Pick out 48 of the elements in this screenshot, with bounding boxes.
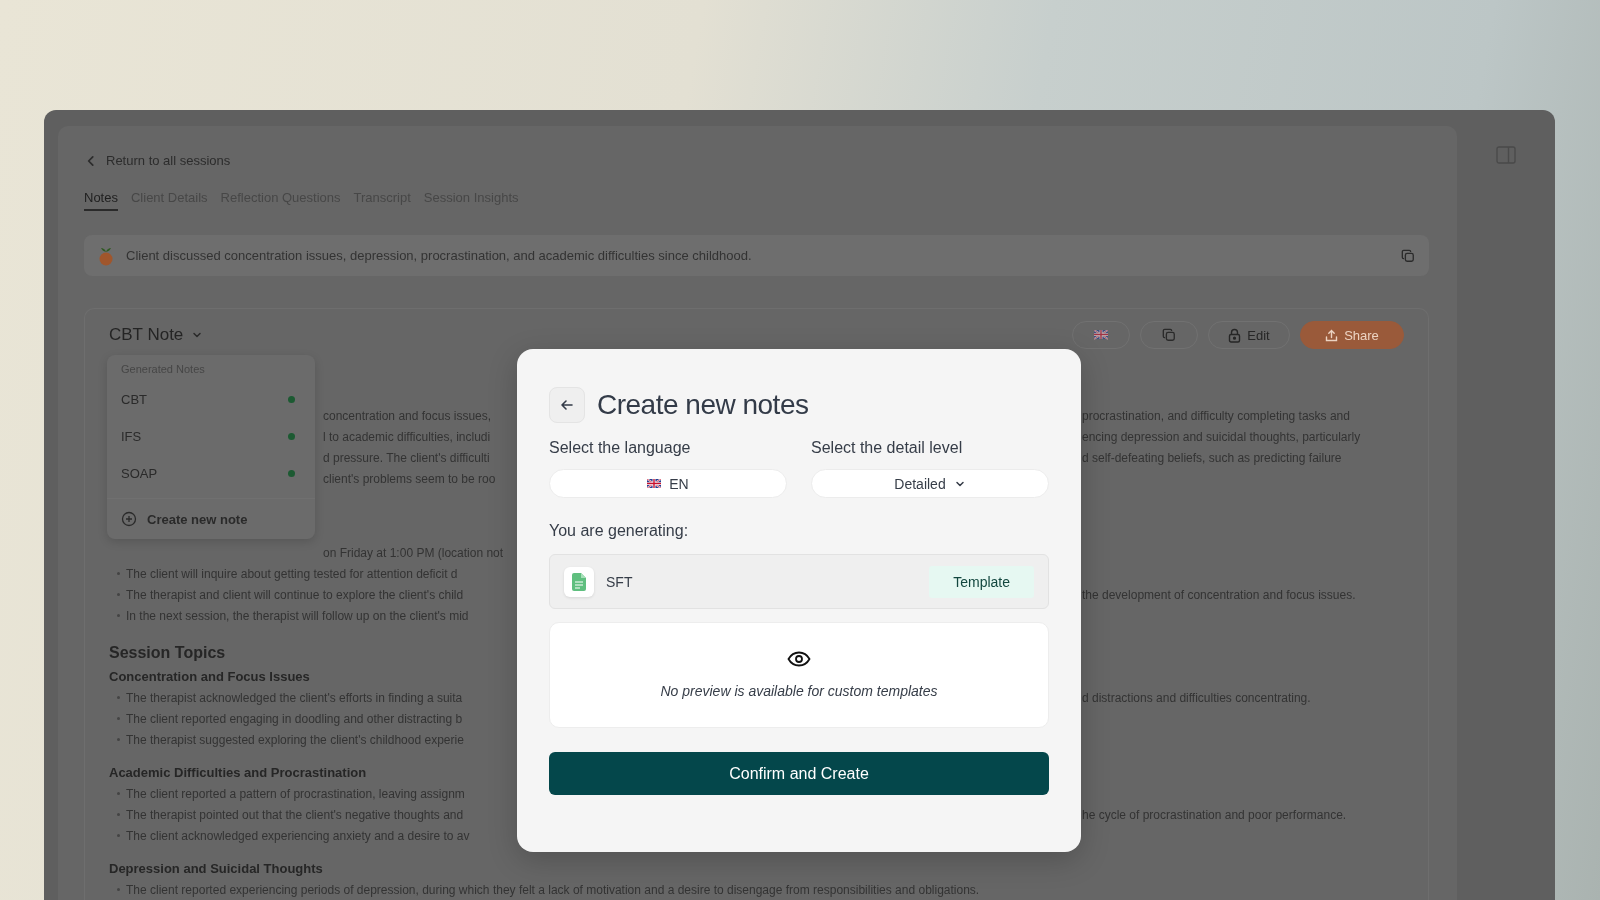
menu-item[interactable]: IFS [107, 418, 315, 455]
back-link[interactable]: Return to all sessions [84, 153, 231, 168]
field-label: You are generating: [549, 522, 690, 540]
section-subheading: Academic Difficulties and Procrastination [109, 765, 368, 780]
copy-icon [1401, 248, 1415, 263]
section-subheading: Concentration and Focus Issues [109, 669, 311, 684]
status-dot [288, 396, 295, 403]
lock-icon [1228, 327, 1242, 343]
bullet-icon [117, 593, 120, 596]
section-subheading: Depression and Suicidal Thoughts [109, 861, 324, 876]
bullet-icon [117, 888, 120, 891]
summary-text: Client discussed concentration issues, depression, procrastination, and academic difficulties since childhood. [126, 248, 753, 263]
bullet-icon [117, 572, 120, 575]
confirm-button[interactable]: Confirm and Create [549, 752, 1049, 795]
template-tag: Template [929, 565, 1034, 598]
document-icon [564, 566, 594, 597]
dialog-title: Create new notes [597, 389, 809, 421]
detail-select[interactable]: Detailed [811, 469, 1049, 498]
section-heading: Session Topics [109, 644, 227, 662]
uk-flag-icon [647, 478, 662, 489]
bullet-icon [117, 717, 120, 720]
status-dot [288, 470, 295, 477]
plus-circle-icon [121, 511, 137, 527]
arrow-left-icon [559, 397, 575, 413]
note-selector[interactable]: CBT Note [109, 325, 204, 345]
tab[interactable]: Notes [84, 190, 118, 211]
bullet-icon [117, 738, 120, 741]
field-label: Select the detail level [811, 439, 964, 457]
create-note-item[interactable]: Create new note [107, 498, 315, 529]
language-select[interactable]: EN [549, 469, 787, 498]
preview-message: No preview is available for custom templates [660, 683, 938, 699]
status-dot [288, 433, 295, 440]
bullet-icon [117, 813, 120, 816]
menu-item[interactable]: SOAP [107, 455, 315, 492]
field-label: Select the language [549, 439, 692, 457]
copy-icon [1162, 328, 1176, 342]
share-button[interactable]: Share [1300, 321, 1404, 349]
eye-icon [787, 651, 811, 667]
peach-icon [98, 245, 114, 266]
upload-icon [1325, 328, 1339, 342]
template-name: SFT [606, 573, 634, 590]
menu-item[interactable]: CBT [107, 381, 315, 418]
bullet-icon [117, 834, 120, 837]
bullet-icon [117, 696, 120, 699]
bullet-icon [117, 792, 120, 795]
uk-flag-icon [1094, 330, 1108, 340]
back-button[interactable] [549, 387, 585, 423]
bullet-icon [117, 614, 120, 617]
